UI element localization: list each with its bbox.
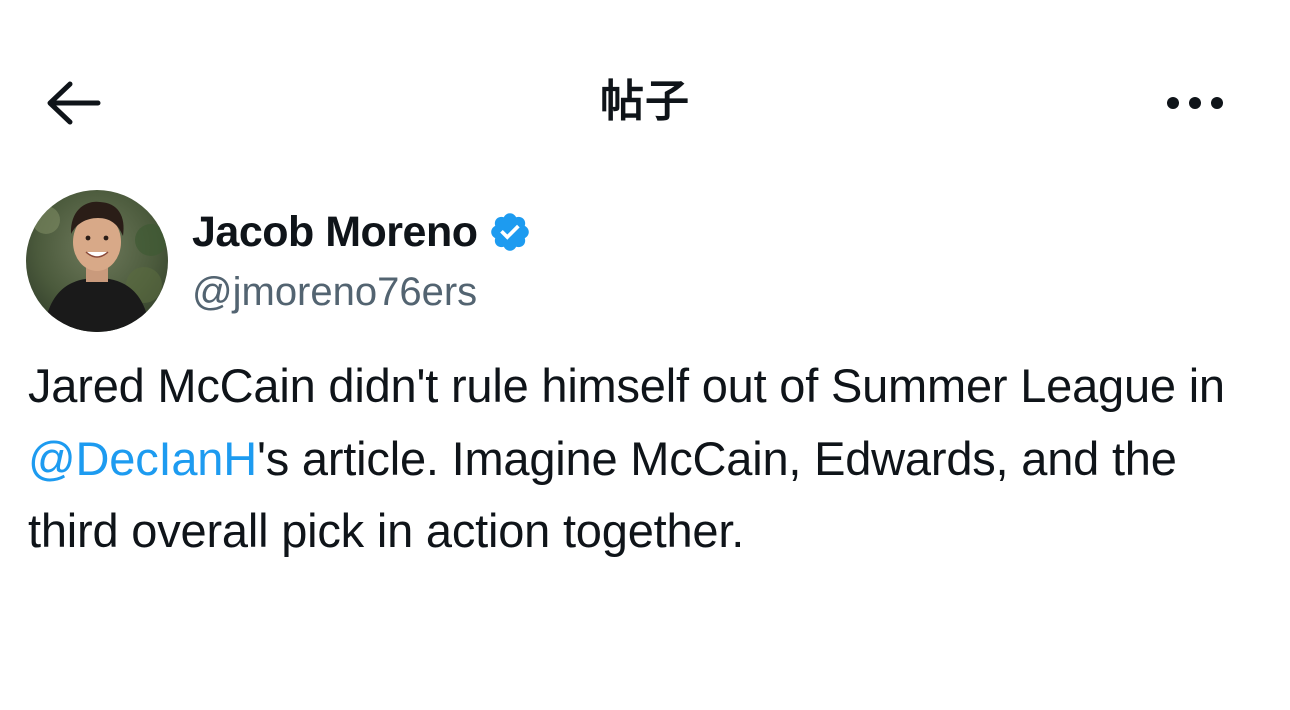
page-title: 帖子 [600, 76, 690, 127]
mention-link[interactable]: @DecIanH [28, 432, 257, 485]
avatar[interactable] [26, 190, 168, 332]
author-display-name: Jacob Moreno [192, 208, 478, 256]
author-handle[interactable]: @jmoreno76ers [192, 266, 477, 318]
tweet-author: Jacob Moreno @jmoreno76ers [26, 190, 926, 332]
top-nav-bar: 帖子 [0, 62, 1290, 142]
tweet-text-part: Jared McCain didn't rule himself out of … [28, 359, 1225, 412]
avatar-image [26, 190, 168, 332]
verified-badge-icon [490, 213, 529, 251]
tweet-text: Jared McCain didn't rule himself out of … [28, 350, 1248, 568]
more-options-button[interactable] [1160, 76, 1230, 130]
more-horizontal-icon [1167, 97, 1223, 109]
author-name-row[interactable]: Jacob Moreno [192, 206, 532, 258]
